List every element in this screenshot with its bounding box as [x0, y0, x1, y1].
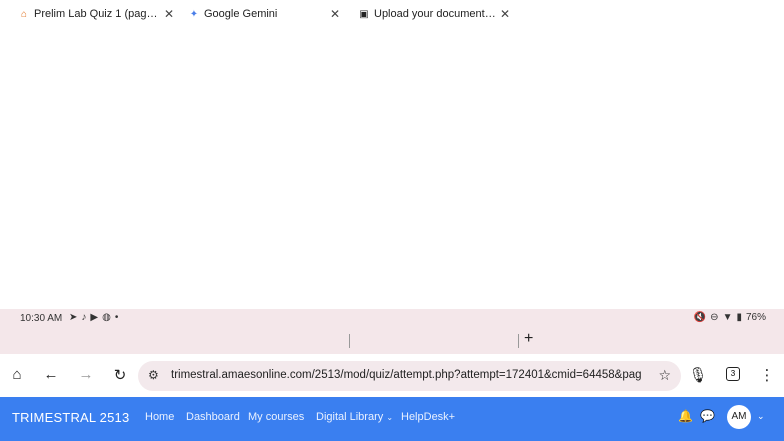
close-icon[interactable]: ✕ [164, 7, 174, 21]
microphone-icon[interactable]: 🎙 [688, 366, 708, 384]
gemini-icon: ✦ [189, 8, 199, 20]
notification-icons: ➤ ♪ ▶ ◍ • [69, 312, 118, 323]
dot-icon: • [114, 312, 119, 323]
bookmark-star-icon[interactable]: ☆ [658, 367, 671, 384]
user-avatar[interactable]: AM [727, 405, 751, 429]
wifi-icon: ▼ [722, 312, 733, 323]
reload-icon[interactable]: ↻ [110, 366, 130, 384]
nav-digital-library-label: Digital Library [316, 411, 384, 423]
new-tab-button[interactable]: + [524, 330, 533, 348]
status-right: 🔇 ⊖ ▼ ▮ 76% [694, 312, 766, 323]
status-bar: 10:30 AM ➤ ♪ ▶ ◍ • 🔇 ⊖ ▼ ▮ 76% [0, 309, 784, 328]
home-icon[interactable]: ⌂ [7, 366, 27, 383]
close-icon[interactable]: ✕ [500, 7, 510, 21]
battery-icon: ▮ [736, 312, 742, 323]
nav-my-courses[interactable]: My courses [248, 411, 304, 423]
menu-kebab-icon[interactable]: ⋮ [757, 366, 777, 384]
messenger-icon: ◍ [102, 312, 111, 323]
nav-dashboard[interactable]: Dashboard [186, 411, 240, 423]
browser-toolbar: ⌂ ← → ↻ ⚙ trimestral.amaesonline.com/251… [0, 354, 784, 397]
nav-home[interactable]: Home [145, 411, 174, 423]
tab-label: Prelim Lab Quiz 1 (page 6 of [34, 8, 160, 20]
tab-strip [0, 328, 784, 354]
nav-helpdesk[interactable]: HelpDesk+ [401, 411, 455, 423]
site-brand[interactable]: TRIMESTRAL 2513 [12, 410, 129, 425]
forward-icon[interactable]: → [76, 366, 96, 383]
mute-icon: 🔇 [693, 312, 707, 323]
tiktok-icon: ♪ [81, 312, 87, 323]
youtube-icon: ▶ [90, 312, 99, 323]
chevron-down-icon[interactable]: ⌄ [757, 411, 765, 422]
tab-google-gemini[interactable]: ✦ Google Gemini ✕ [182, 2, 346, 26]
send-icon: ➤ [69, 312, 78, 323]
tab-count-button[interactable]: 3 [726, 367, 740, 381]
tab-upload-documents[interactable]: ▣ Upload your documents to S ✕ [352, 2, 516, 26]
battery-percent: 76% [745, 312, 766, 323]
tab-label: Upload your documents to S [374, 8, 496, 20]
status-time: 10:30 AM [20, 313, 63, 324]
url-text[interactable]: trimestral.amaesonline.com/2513/mod/quiz… [171, 369, 649, 381]
page-content-blank [0, 0, 784, 309]
document-icon: ▣ [359, 8, 369, 20]
chevron-down-icon: ⌄ [386, 413, 394, 422]
messages-icon[interactable]: 💬 [700, 409, 715, 423]
dnd-icon: ⊖ [710, 312, 719, 323]
site-navbar: TRIMESTRAL 2513 Home Dashboard My course… [0, 397, 784, 441]
site-settings-icon[interactable]: ⚙ [148, 368, 159, 382]
close-icon[interactable]: ✕ [330, 7, 340, 21]
back-icon[interactable]: ← [41, 366, 61, 383]
moodle-icon: ⌂ [20, 8, 28, 20]
tab-prelim-quiz[interactable]: ⌂ Prelim Lab Quiz 1 (page 6 of ✕ [12, 2, 180, 26]
tab-divider [518, 334, 519, 348]
nav-digital-library[interactable]: Digital Library ⌄ [316, 411, 393, 423]
notification-bell-icon[interactable]: 🔔 [678, 409, 693, 423]
tab-divider [349, 334, 350, 348]
tab-label: Google Gemini [204, 8, 278, 20]
address-bar[interactable]: ⚙ trimestral.amaesonline.com/2513/mod/qu… [138, 361, 681, 391]
